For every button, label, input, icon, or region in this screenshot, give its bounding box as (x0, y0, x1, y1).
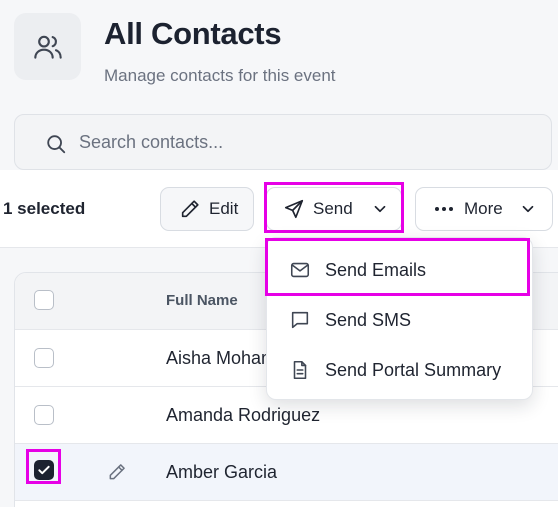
more-button[interactable]: More (415, 187, 553, 231)
table-row[interactable]: Amber Garcia (15, 444, 558, 501)
search-input[interactable] (79, 125, 519, 159)
users-icon (33, 35, 62, 59)
select-all-checkbox[interactable] (34, 290, 54, 310)
menu-item-send-emails[interactable]: Send Emails (267, 245, 532, 295)
send-button-label: Send (313, 199, 353, 218)
contact-name[interactable]: Amanda Rodriguez (166, 405, 320, 426)
column-header-full-name[interactable]: Full Name (166, 292, 238, 309)
row-checkbox[interactable] (34, 460, 54, 480)
contact-name[interactable]: Amber Garcia (166, 462, 277, 483)
edit-row-pencil-icon[interactable] (107, 462, 127, 482)
row-checkbox[interactable] (34, 405, 54, 425)
send-icon (284, 199, 304, 219)
chevron-down-icon (374, 205, 386, 213)
send-button[interactable]: Send (266, 187, 402, 231)
page-subtitle: Manage contacts for this event (104, 66, 336, 85)
search-icon (47, 135, 66, 154)
message-icon (291, 311, 309, 329)
checkmark-icon (38, 465, 50, 475)
menu-item-label: Send Portal Summary (325, 359, 502, 380)
page-title: All Contacts (104, 16, 282, 51)
menu-item-label: Send Emails (325, 259, 427, 280)
menu-item-send-sms[interactable]: Send SMS (267, 295, 532, 345)
more-button-label: More (464, 199, 503, 218)
pencil-icon (181, 200, 199, 218)
edit-button[interactable]: Edit (160, 187, 254, 231)
menu-item-label: Send SMS (325, 309, 412, 330)
users-icon-container (14, 13, 81, 80)
menu-item-send-portal-summary[interactable]: Send Portal Summary (267, 345, 532, 395)
more-dots-icon (435, 207, 453, 211)
send-dropdown-menu: Send Emails Send SMS Send Portal Summary (266, 237, 533, 400)
edit-button-label: Edit (209, 199, 239, 218)
selected-count: 1 selected (3, 199, 86, 218)
document-icon (293, 360, 307, 380)
row-checkbox[interactable] (34, 348, 54, 368)
mail-icon (290, 262, 310, 278)
chevron-down-icon (522, 205, 534, 213)
search-box[interactable] (14, 114, 552, 170)
